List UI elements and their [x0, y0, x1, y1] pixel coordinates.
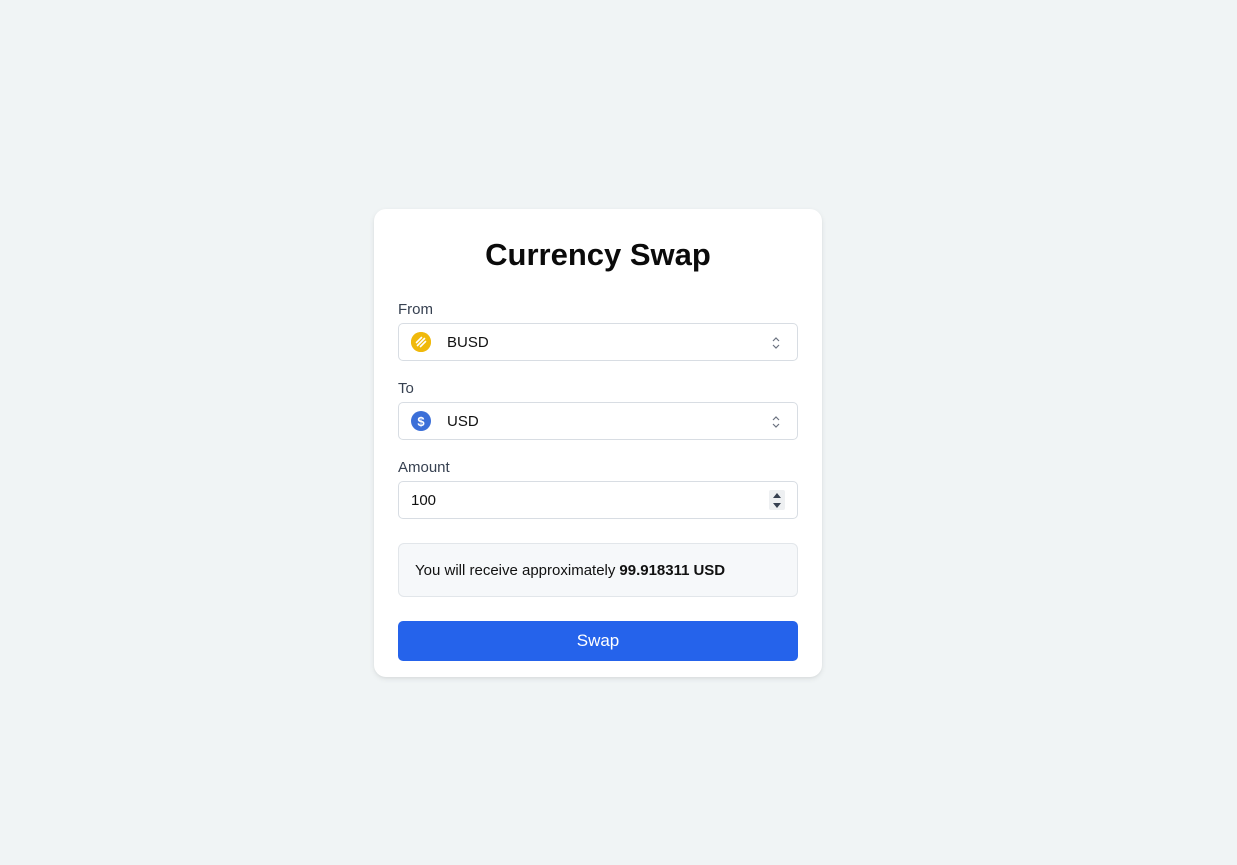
busd-coin-icon: [411, 332, 431, 352]
currency-swap-card: Currency Swap From BUSD To $ USD Amount …: [374, 209, 822, 677]
amount-stepper[interactable]: [769, 490, 785, 510]
amount-label: Amount: [398, 459, 450, 476]
swap-button[interactable]: Swap: [398, 621, 798, 661]
from-label: From: [398, 301, 433, 318]
result-currency: USD: [693, 561, 726, 579]
amount-input[interactable]: 100: [398, 481, 798, 519]
usd-coin-icon: $: [411, 411, 431, 431]
to-currency-value: USD: [447, 412, 479, 430]
from-currency-select[interactable]: BUSD: [398, 323, 798, 361]
to-currency-select[interactable]: $ USD: [398, 402, 798, 440]
increment-arrow-icon[interactable]: [769, 490, 785, 500]
conversion-result: You will receive approximately 99.918311…: [398, 543, 798, 597]
from-currency-value: BUSD: [447, 333, 489, 351]
amount-value: 100: [411, 491, 437, 509]
to-label: To: [398, 380, 414, 397]
result-prefix: You will receive approximately: [415, 561, 616, 579]
page-title: Currency Swap: [485, 237, 711, 272]
chevron-updown-icon: [771, 335, 781, 351]
decrement-arrow-icon[interactable]: [769, 500, 785, 510]
chevron-updown-icon: [771, 414, 781, 430]
result-amount: 99.918311: [619, 561, 690, 579]
